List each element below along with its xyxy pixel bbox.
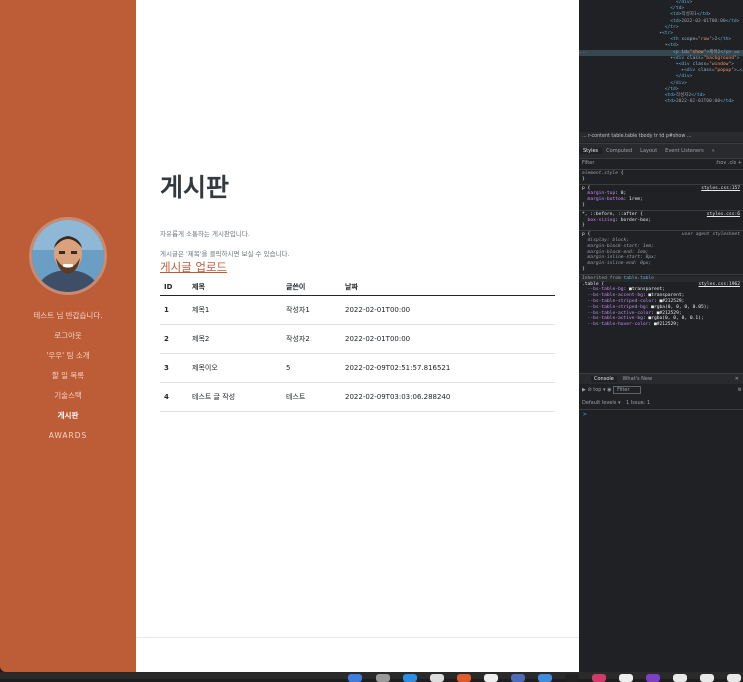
styles-filter-input[interactable]: Filter :hov .cls + — [579, 158, 743, 170]
row-author: 5 — [282, 353, 341, 383]
dock-app-icon[interactable] — [700, 674, 714, 682]
nav-greeting: 테스트 님 반갑습니다. — [33, 311, 103, 320]
upload-post-link[interactable]: 게시글 업로드 — [160, 259, 227, 275]
log-levels-dropdown[interactable]: Default levels ▾ — [582, 400, 620, 406]
devtools-panel: </div> </td> <td>작성자1</td> <td>2022-02-0… — [579, 0, 743, 672]
table-row: 1 제목1 작성자1 2022-02-01T00:00 — [160, 295, 555, 325]
dock-app-icon[interactable] — [484, 674, 498, 682]
tab-event-listeners[interactable]: Event Listeners — [661, 148, 708, 154]
dock-app-icon[interactable] — [592, 674, 606, 682]
row-date: 2022-02-01T00:00 — [341, 324, 555, 354]
dock-app-icon[interactable] — [646, 674, 660, 682]
styles-toolbar-buttons[interactable]: :hov .cls + — [715, 158, 742, 169]
elements-tree[interactable]: </div> </td> <td>작성자1</td> <td>2022-02-0… — [579, 0, 743, 130]
row-id: 4 — [160, 382, 188, 412]
footer-divider — [136, 637, 579, 638]
console-drawer-tabs: Console What's New ✕ — [579, 373, 743, 384]
dock-app-icon[interactable] — [430, 674, 444, 682]
row-date: 2022-02-01T00:00 — [341, 295, 555, 325]
table-row: 4 테스트 글 작성 테스트 2022-02-09T03:03:06.28824… — [160, 382, 555, 412]
row-title-link[interactable]: 테스트 글 작성 — [188, 382, 282, 412]
tab-layout[interactable]: Layout — [636, 148, 661, 154]
nav-awards[interactable]: AWARDS — [0, 426, 136, 446]
clear-console-icon[interactable]: ⊘ — [587, 387, 591, 393]
row-id: 3 — [160, 353, 188, 383]
nav-todo[interactable]: 할 일 목록 — [0, 366, 136, 386]
console-levels-bar: Default levels ▾ 1 Issue: 1 — [579, 398, 743, 410]
dock-app-icon[interactable] — [348, 674, 362, 682]
issues-badge[interactable]: 1 Issue: 1 — [626, 400, 650, 406]
gear-icon[interactable]: ⚙ — [738, 385, 742, 396]
row-id: 1 — [160, 295, 188, 325]
console-toolbar: ▶ ⊘ top ▾ ◉ Filter ⚙ — [579, 385, 743, 396]
row-title-link[interactable]: 제목1 — [188, 295, 282, 325]
dock-app-icon[interactable] — [511, 674, 525, 682]
nav-team-intro[interactable]: '우우' 팀 소개 — [0, 346, 136, 366]
tab-computed[interactable]: Computed — [602, 148, 636, 154]
dock-app-icon[interactable] — [673, 674, 687, 682]
row-id: 2 — [160, 324, 188, 354]
dock-app-icon[interactable] — [376, 674, 390, 682]
tab-more[interactable]: » — [708, 148, 719, 154]
nav-board[interactable]: 게시판 — [0, 406, 136, 426]
close-icon[interactable]: ✕ — [735, 374, 739, 384]
console-prompt[interactable]: > — [583, 411, 587, 418]
nav-logout[interactable]: 로그아웃 — [0, 326, 136, 346]
app-window: 테스트 님 반갑습니다. 로그아웃 '우우' 팀 소개 할 일 목록 기술스택 … — [0, 0, 743, 672]
table-header-row: ID 제목 글쓴이 날짜 — [160, 278, 555, 296]
tab-styles[interactable]: Styles — [579, 148, 603, 154]
macos-dock — [0, 672, 743, 682]
tab-console[interactable]: Console — [591, 376, 617, 382]
row-date: 2022-02-09T02:51:57.816521 — [341, 353, 555, 383]
nav-tech-stack[interactable]: 기술스택 — [0, 386, 136, 406]
dock-app-icon[interactable] — [619, 674, 633, 682]
sidebar: 테스트 님 반갑습니다. 로그아웃 '우우' 팀 소개 할 일 목록 기술스택 … — [0, 0, 136, 672]
col-title-header: 제목 — [188, 278, 282, 296]
row-author: 작성자1 — [282, 295, 341, 325]
dock-app-icon[interactable] — [727, 674, 741, 682]
devtools-tabs: Styles Computed Layout Event Listeners » — [579, 143, 743, 159]
table-row: 2 제목2 작성자2 2022-02-01T00:00 — [160, 324, 555, 354]
sidebar-nav: 테스트 님 반갑습니다. 로그아웃 '우우' 팀 소개 할 일 목록 기술스택 … — [0, 306, 136, 446]
context-selector[interactable]: top — [593, 387, 601, 393]
styles-filter-placeholder: Filter — [582, 160, 595, 166]
eye-icon[interactable]: ◉ — [607, 387, 611, 393]
sidebar-toggle-icon[interactable]: ▶ — [582, 387, 586, 393]
main-content: 게시판 자유롭게 소통하는 게시판입니다. 게시글은 '제목'을 클릭하시면 보… — [136, 0, 579, 672]
row-title-link[interactable]: 제목이오 — [188, 353, 282, 383]
console-filter-input[interactable]: Filter — [613, 386, 641, 394]
col-date-header: 날짜 — [341, 278, 555, 296]
board-hint: 게시글은 '제목'을 클릭하시면 보실 수 있습니다. — [160, 250, 290, 258]
dock-app-icon[interactable] — [565, 674, 579, 682]
row-title-link[interactable]: 제목2 — [188, 324, 282, 354]
board-description: 자유롭게 소통하는 게시판입니다. — [160, 230, 250, 238]
row-date: 2022-02-09T03:03:06.288240 — [341, 382, 555, 412]
tab-whats-new[interactable]: What's New — [622, 376, 652, 382]
row-author: 테스트 — [282, 382, 341, 412]
table-row: 3 제목이오 5 2022-02-09T02:51:57.816521 — [160, 353, 555, 383]
dock-app-icon[interactable] — [457, 674, 471, 682]
row-author: 작성자2 — [282, 324, 341, 354]
devtools-breadcrumb[interactable]: ... r-content table.table tbody tr td p#… — [579, 132, 743, 142]
dock-app-icon[interactable] — [538, 674, 552, 682]
styles-pane: element.style { } p {styles.css:157 marg… — [579, 171, 743, 328]
dock-app-icon[interactable] — [403, 674, 417, 682]
col-author-header: 글쓴이 — [282, 278, 341, 296]
board-table: ID 제목 글쓴이 날짜 1 제목1 작성자1 2022-02-01T00:00… — [160, 278, 555, 412]
col-id-header: ID — [160, 278, 188, 296]
page-title: 게시판 — [160, 173, 230, 202]
profile-avatar — [29, 217, 107, 295]
